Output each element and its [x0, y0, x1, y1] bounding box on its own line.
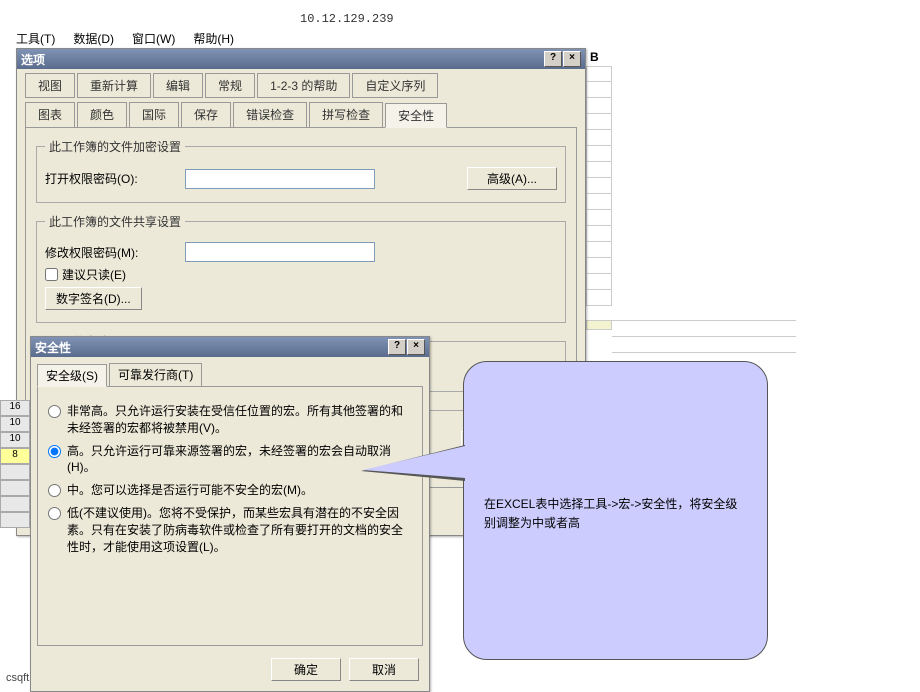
radio-medium-label: 中。您可以选择是否运行可能不安全的宏(M)。 — [67, 482, 313, 499]
row-headers: 16 10 10 8 — [0, 400, 30, 528]
security-title: 安全性 — [35, 339, 71, 356]
tab-save[interactable]: 保存 — [181, 102, 231, 127]
close-icon[interactable]: × — [563, 51, 581, 67]
tab-chart[interactable]: 图表 — [25, 102, 75, 127]
row-header[interactable] — [0, 464, 30, 480]
tab-security[interactable]: 安全性 — [385, 103, 447, 128]
row-header[interactable] — [0, 480, 30, 496]
radio-low[interactable] — [48, 507, 61, 520]
tab-spell-check[interactable]: 拼写检查 — [309, 102, 383, 127]
security-level-panel: 非常高。只允许运行安装在受信任位置的宏。所有其他签署的和未经签署的宏都将被禁用(… — [37, 386, 423, 646]
radio-high[interactable] — [48, 445, 61, 458]
security-ok-button[interactable]: 确定 — [271, 658, 341, 681]
menubar: 工具(T) 数据(D) 窗口(W) 帮助(H) — [16, 30, 234, 47]
encryption-group: 此工作簿的文件加密设置 打开权限密码(O): 高级(A)... — [36, 138, 566, 203]
digital-signature-button[interactable]: 数字签名(D)... — [45, 287, 142, 310]
options-tabs-row1: 视图 重新计算 编辑 常规 1-2-3 的帮助 自定义序列 — [25, 73, 577, 98]
tab-view[interactable]: 视图 — [25, 73, 75, 98]
callout-text: 在EXCEL表中选择工具->宏->安全性，将安全级别调整为中或者高 — [484, 495, 747, 533]
options-title: 选项 — [21, 51, 45, 68]
footer-text: csqft — [6, 672, 29, 684]
open-password-input[interactable] — [185, 169, 375, 189]
security-tabs: 安全级(S) 可靠发行商(T) — [37, 363, 423, 386]
readonly-checkbox[interactable] — [45, 268, 58, 281]
sheet-column-strip — [586, 66, 612, 306]
row-header[interactable] — [0, 512, 30, 528]
security-dialog: 安全性 ? × 安全级(S) 可靠发行商(T) 非常高。只允许运行安装在受信任位… — [30, 336, 430, 692]
radio-very-high[interactable] — [48, 405, 61, 418]
ip-address: 10.12.129.239 — [300, 12, 394, 26]
radio-very-high-label: 非常高。只允许运行安装在受信任位置的宏。所有其他签署的和未经签署的宏都将被禁用(… — [67, 403, 412, 437]
options-titlebar: 选项 ? × — [17, 49, 585, 69]
radio-low-label: 低(不建议使用)。您将不受保护，而某些宏具有潜在的不安全因素。只有在安装了防病毒… — [67, 505, 412, 555]
tab-international[interactable]: 国际 — [129, 102, 179, 127]
encryption-legend: 此工作簿的文件加密设置 — [45, 138, 185, 155]
advanced-button[interactable]: 高级(A)... — [467, 167, 557, 190]
grid-line — [612, 352, 796, 353]
menu-window[interactable]: 窗口(W) — [132, 30, 175, 47]
tab-security-level[interactable]: 安全级(S) — [37, 364, 107, 387]
row-header-selected[interactable]: 8 — [0, 448, 30, 464]
help-icon[interactable]: ? — [388, 339, 406, 355]
security-titlebar: 安全性 ? × — [31, 337, 429, 357]
tab-error-check[interactable]: 错误检查 — [233, 102, 307, 127]
tab-recalculate[interactable]: 重新计算 — [77, 73, 151, 98]
close-icon[interactable]: × — [407, 339, 425, 355]
security-cancel-button[interactable]: 取消 — [349, 658, 419, 681]
menu-tools[interactable]: 工具(T) — [16, 30, 55, 47]
modify-password-label: 修改权限密码(M): — [45, 244, 185, 261]
sheet-row-band — [586, 320, 612, 330]
tab-general[interactable]: 常规 — [205, 73, 255, 98]
row-header[interactable]: 16 — [0, 400, 30, 416]
row-header[interactable]: 10 — [0, 416, 30, 432]
tab-trusted-publishers[interactable]: 可靠发行商(T) — [109, 363, 202, 386]
callout-annotation: 在EXCEL表中选择工具->宏->安全性，将安全级别调整为中或者高 — [463, 361, 768, 660]
row-header[interactable]: 10 — [0, 432, 30, 448]
tab-color[interactable]: 颜色 — [77, 102, 127, 127]
tab-edit[interactable]: 编辑 — [153, 73, 203, 98]
menu-data[interactable]: 数据(D) — [73, 30, 114, 47]
sharing-legend: 此工作簿的文件共享设置 — [45, 213, 185, 230]
row-header[interactable] — [0, 496, 30, 512]
modify-password-input[interactable] — [185, 242, 375, 262]
menu-help[interactable]: 帮助(H) — [193, 30, 234, 47]
radio-medium[interactable] — [48, 484, 61, 497]
tab-123-help[interactable]: 1-2-3 的帮助 — [257, 73, 350, 98]
help-icon[interactable]: ? — [544, 51, 562, 67]
tab-custom-lists[interactable]: 自定义序列 — [352, 73, 438, 98]
open-password-label: 打开权限密码(O): — [45, 170, 185, 187]
column-header-b: B — [590, 50, 599, 64]
sharing-group: 此工作簿的文件共享设置 修改权限密码(M): 建议只读(E) 数字签名(D)..… — [36, 213, 566, 323]
grid-line — [612, 336, 796, 337]
options-tabs-row2: 图表 颜色 国际 保存 错误检查 拼写检查 安全性 — [25, 102, 577, 127]
readonly-label: 建议只读(E) — [62, 266, 126, 283]
grid-line — [612, 320, 796, 321]
